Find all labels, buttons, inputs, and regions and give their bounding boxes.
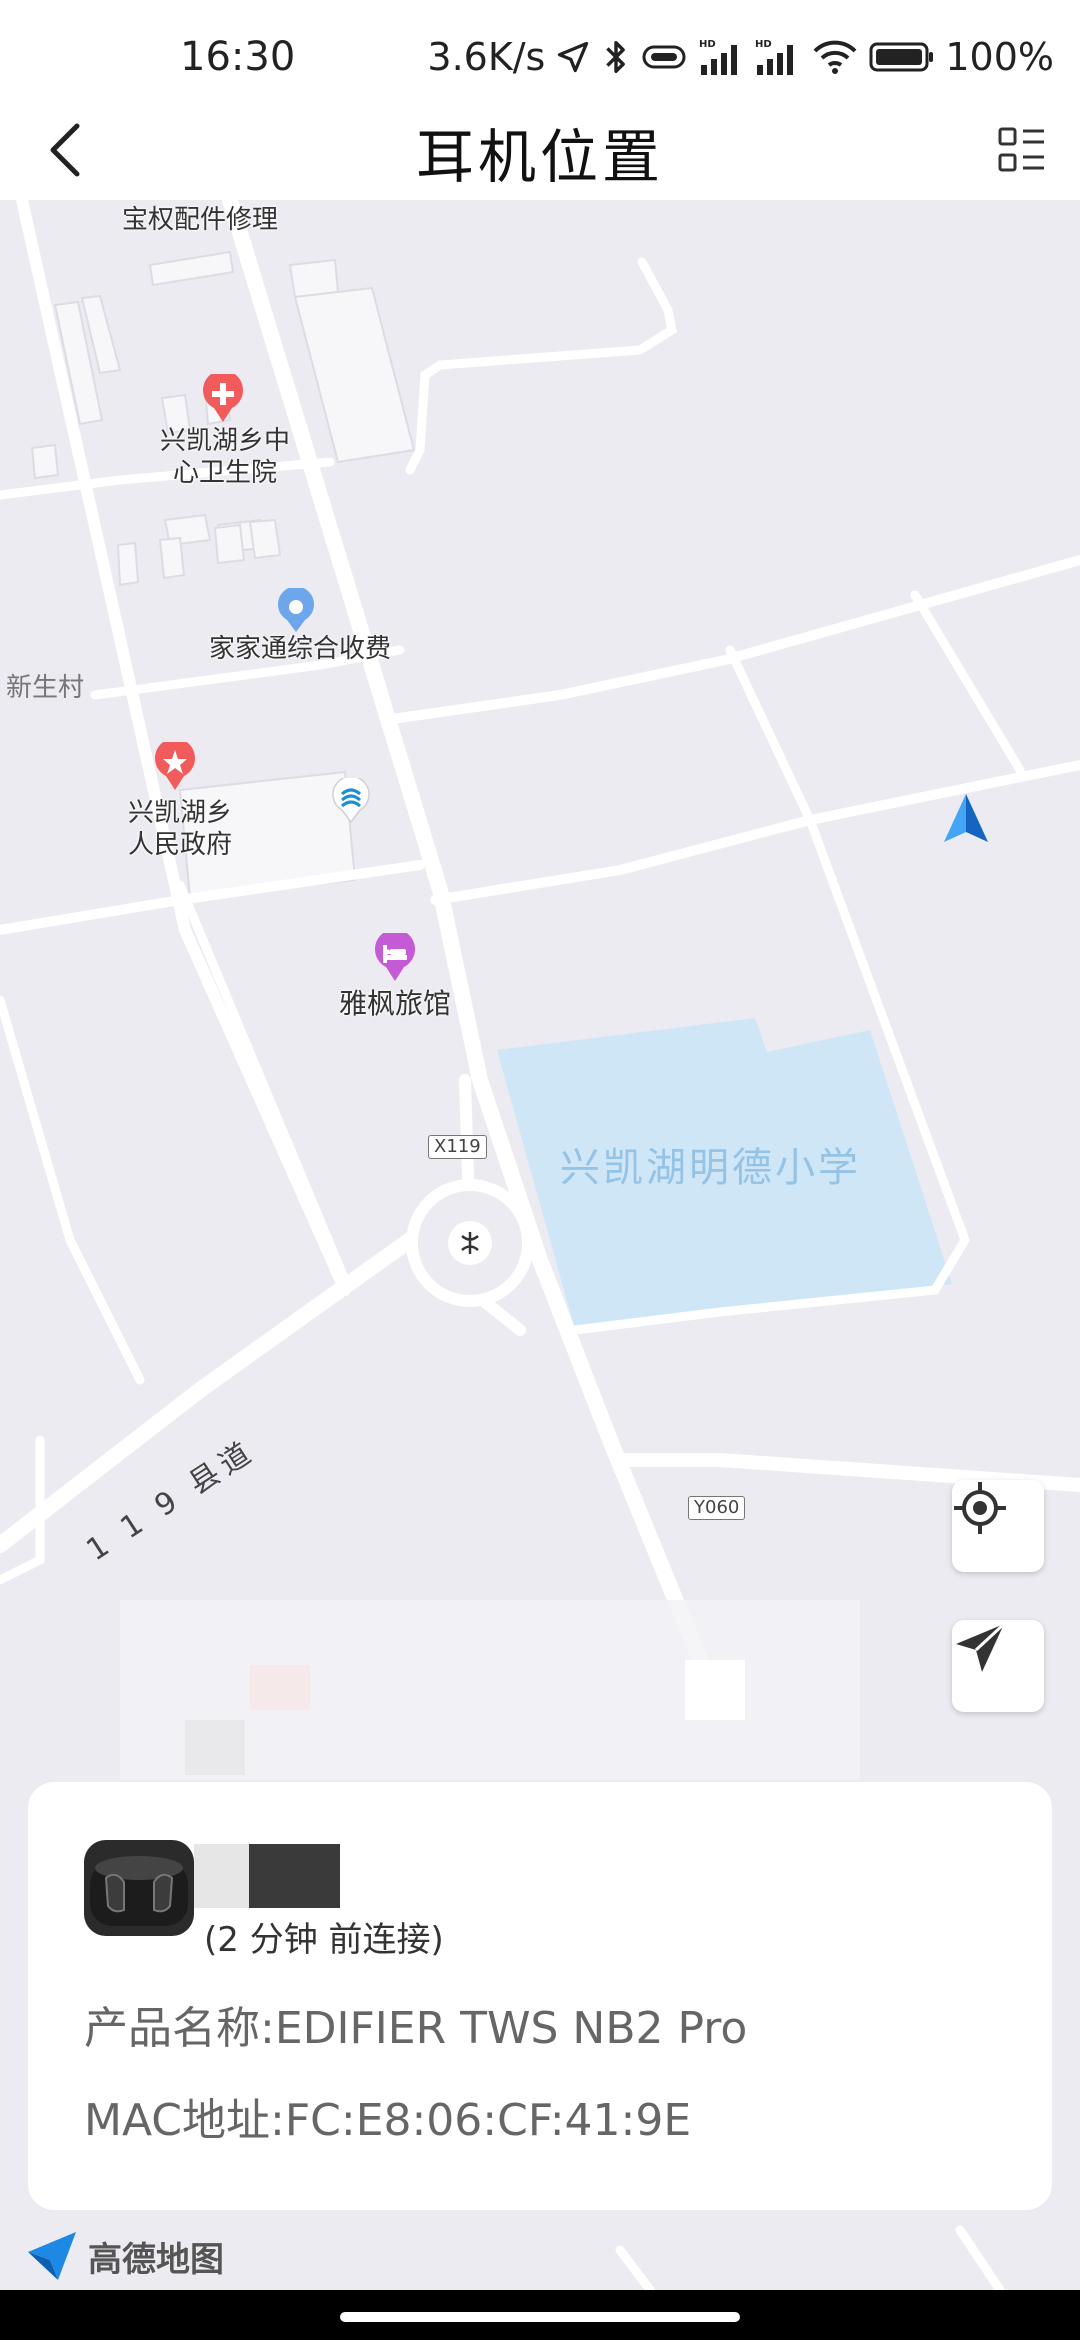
government-label-line1: 兴凯湖乡 [127, 798, 232, 828]
last-connected-time: (2 分钟 前连接) [204, 1920, 444, 1960]
hotel-icon[interactable] [372, 933, 418, 983]
svg-text:HD: HD [699, 39, 716, 50]
title-bar: 耳机位置 [0, 100, 1080, 200]
product-name: 产品名称:EDIFIER TWS NB2 Pro [84, 2003, 748, 2054]
map-provider-name: 高德地图 [88, 2239, 224, 2280]
mac-address: MAC地址:FC:E8:06:CF:41:9E [84, 2095, 692, 2146]
map-provider-logo: 高德地图 [24, 2228, 224, 2284]
list-icon [998, 127, 1044, 172]
road-badge-y060: Y060 [688, 1496, 746, 1520]
signal-hd-icon: HD [699, 37, 745, 77]
government-label-line2: 人民政府 [127, 830, 232, 860]
hospital-label-line2: 心卫生院 [172, 458, 277, 488]
device-info-card: (2 分钟 前连接) 产品名称:EDIFIER TWS NB2 Pro MAC地… [28, 1782, 1052, 2210]
pin-icon[interactable] [275, 588, 317, 634]
china-mobile-icon[interactable] [330, 778, 372, 824]
poi-label-fee[interactable]: 家家通综合收费 [190, 633, 410, 665]
status-bar: 16:30 3.6K/s HD HD 100% [0, 0, 1080, 100]
network-speed: 3.6K/s [427, 35, 546, 79]
poi-label-government[interactable]: 兴凯湖乡 人民政府 [110, 797, 250, 861]
battery-percentage: 100% [945, 35, 1054, 79]
hospital-label-line1: 兴凯湖乡中 [159, 426, 290, 456]
poi-label-hotel[interactable]: 雅枫旅馆 [320, 988, 470, 1020]
crosshair-icon [954, 1482, 1006, 1534]
device-name-redacted [194, 1844, 340, 1908]
poi-label-hospital[interactable]: 兴凯湖乡中 心卫生院 [140, 425, 310, 489]
battery-icon [869, 40, 935, 74]
navigate-button[interactable] [952, 1620, 1044, 1712]
system-nav-bar [0, 2290, 1080, 2340]
wifi-icon [811, 37, 859, 77]
school-label: 兴凯湖明德小学 [560, 1145, 861, 1191]
road-badge-x119: X119 [428, 1135, 487, 1159]
area-label-village: 新生村 [6, 673, 85, 703]
poi-label-repair[interactable]: 宝权配件修理 [110, 204, 290, 236]
navigation-arrow-icon [944, 794, 988, 842]
headset-battery-icon [641, 42, 689, 72]
earbuds-image [84, 1840, 194, 1936]
svg-text:HD: HD [755, 39, 772, 50]
bluetooth-icon [601, 37, 631, 77]
hospital-icon[interactable] [200, 374, 246, 424]
locate-button[interactable] [952, 1480, 1044, 1572]
send-arrow-icon [956, 1622, 1006, 1672]
government-icon[interactable] [152, 742, 198, 792]
location-arrow-icon [555, 39, 591, 75]
signal-hd-icon: HD [755, 37, 801, 77]
device-list-button[interactable] [990, 118, 1054, 182]
home-indicator[interactable] [340, 2312, 740, 2322]
status-icons: 3.6K/s HD HD 100% [427, 34, 1054, 80]
page-title: 耳机位置 [415, 123, 664, 191]
amap-logo-icon [28, 2232, 76, 2280]
status-time: 16:30 [180, 34, 296, 80]
